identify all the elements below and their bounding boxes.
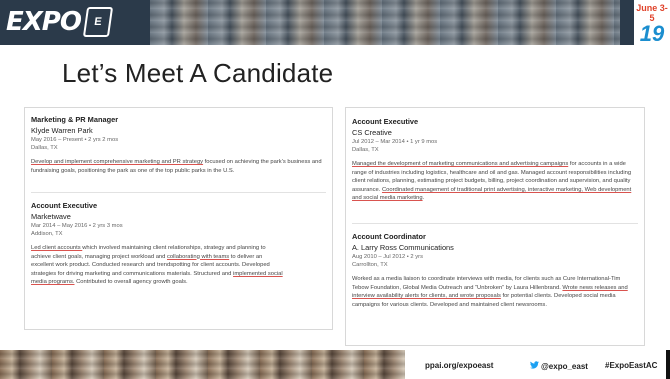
page-title: Let’s Meet A Candidate [62,58,334,88]
job-location: Addison, TX [31,231,63,237]
job-description: Led client accounts which involved maint… [31,244,326,287]
highlighted-phrase: Managed the development of marketing com… [352,161,569,167]
entry-divider [352,223,638,224]
description-text: . [422,195,425,202]
expo-logo: EXPO E [6,6,114,38]
footer-url: ppai.org/expoeast [425,361,494,370]
event-date-days: June 3-5 [636,3,668,23]
highlighted-phrase: Coordinated management of traditional pr… [352,186,632,202]
company-name: Klyde Warren Park [31,126,93,135]
employment-dates: Mar 2014 – May 2016 • 2 yrs 3 mos [31,223,123,229]
job-title: Marketing & PR Manager [31,115,119,124]
footer-hashtag: #ExpoEastAC [605,361,658,370]
banner-photo-overlay [150,0,620,45]
event-date-year: 19 [639,21,665,45]
experience-entry: Account Coordinator A. Larry Ross Commun… [352,232,638,309]
job-location: Carrollton, TX [352,262,388,268]
twitter-bird-icon [530,361,539,371]
experience-entry: Marketing & PR Manager Klyde Warren Park… [31,115,326,175]
experience-card-left: Marketing & PR Manager Klyde Warren Park… [24,107,333,330]
job-description: Managed the development of marketing com… [352,160,638,203]
twitter-handle: @expo_east [541,361,588,371]
expo-logo-badge: E [82,7,114,37]
footer-photo-overlay [0,350,405,379]
experience-entry: Account Executive CS Creative Jul 2012 –… [352,117,638,203]
entry-divider [31,192,326,193]
company-name: CS Creative [352,128,392,137]
highlighted-phrase: collaborating with teams [167,253,230,260]
highlighted-phrase: Led client accounts [31,245,83,251]
job-title: Account Coordinator [352,232,426,241]
employment-dates: Jul 2012 – Mar 2014 • 1 yr 9 mos [352,139,438,145]
slide-edge [666,350,670,379]
event-date-badge: June 3-5 19 [634,0,670,45]
expo-logo-text: EXPO [6,7,82,37]
description-text: Contributed to overall agency growth goa… [74,279,188,286]
experience-entry: Account Executive Marketwave Mar 2014 – … [31,201,326,287]
job-location: Dallas, TX [352,147,379,153]
company-name: Marketwave [31,212,71,221]
job-title: Account Executive [31,201,98,210]
top-banner: EXPO E June 3-5 19 [0,0,670,45]
footer-twitter: @expo_east [530,361,588,371]
job-description: Worked as a media liaison to coordinate … [352,275,638,309]
highlighted-phrase: Develop and implement comprehensive mark… [31,159,204,165]
employment-dates: May 2016 – Present • 2 yrs 2 mos [31,137,119,143]
experience-card-right: Account Executive CS Creative Jul 2012 –… [345,107,645,346]
employment-dates: Aug 2010 – Jul 2012 • 2 yrs [352,254,423,260]
job-description: Develop and implement comprehensive mark… [31,158,326,175]
company-name: A. Larry Ross Communications [352,243,454,252]
job-title: Account Executive [352,117,419,126]
job-location: Dallas, TX [31,145,58,151]
bottom-banner: ppai.org/expoeast @expo_east #ExpoEastAC [0,350,670,379]
